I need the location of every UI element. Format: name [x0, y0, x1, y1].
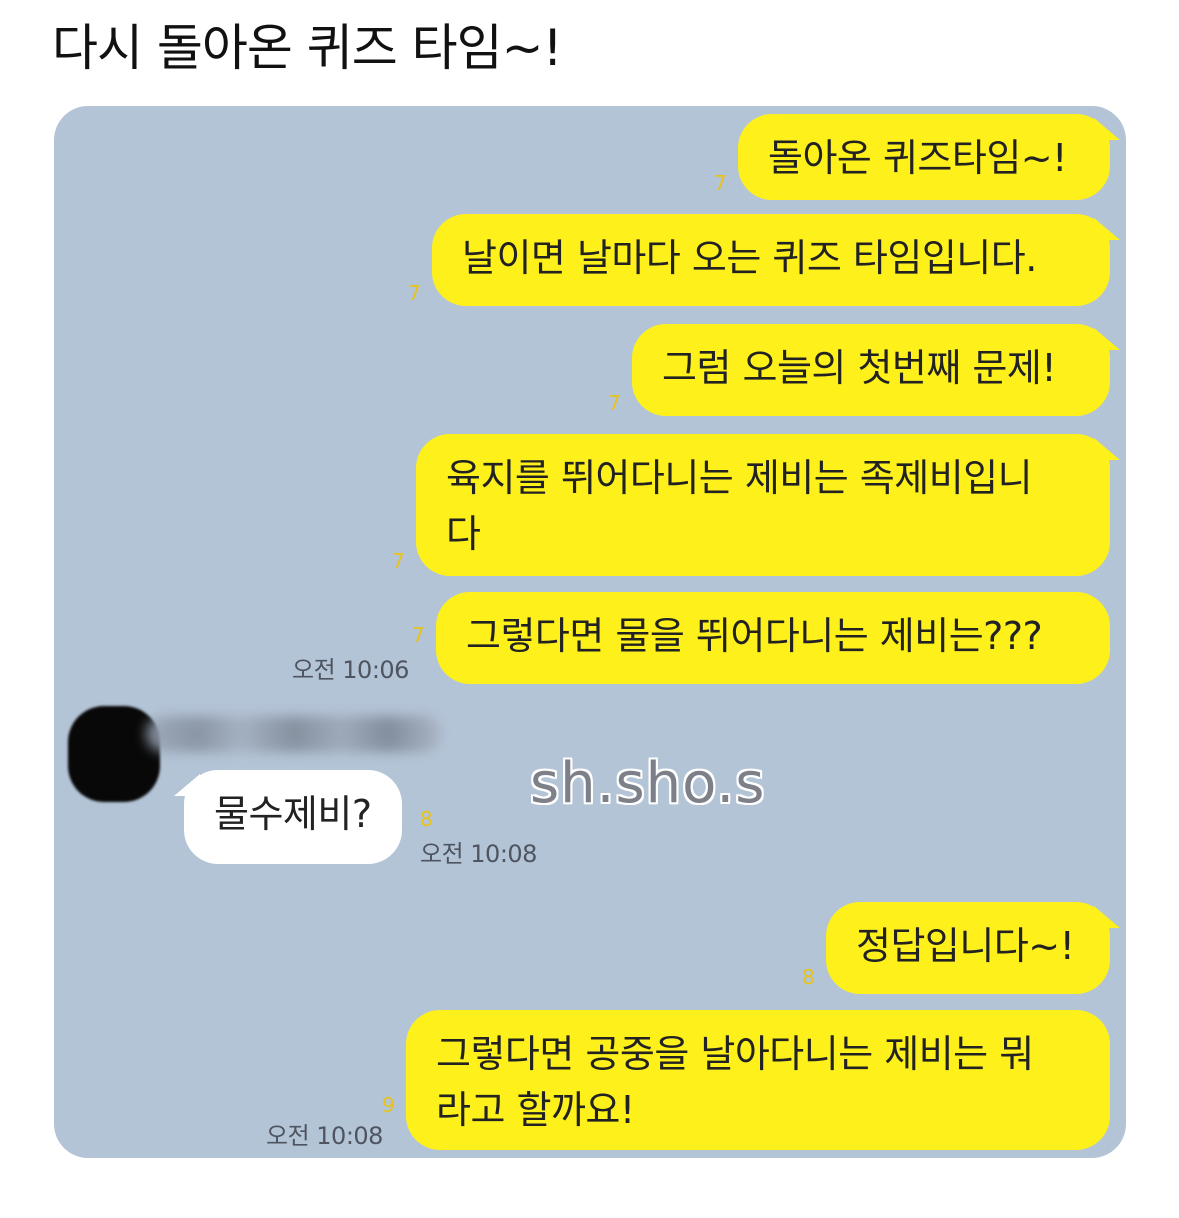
- unread-count: 7: [608, 391, 621, 415]
- message-text: 라고 할까요!: [436, 1088, 635, 1132]
- message-text: 다: [446, 512, 481, 556]
- message-timestamp: 오전 10:08: [420, 840, 537, 868]
- message-bubble: 그럼 오늘의 첫번째 문제!: [632, 324, 1120, 416]
- message-text: 정답입니다~!: [856, 924, 1075, 968]
- message-text: 그럼 오늘의 첫번째 문제!: [662, 346, 1057, 390]
- unread-count: 8: [420, 807, 433, 831]
- chat-screenshot: 돌아온 퀴즈타임~! 7 날이면 날마다 오는 퀴즈 타임입니다. 7 그럼 오…: [54, 106, 1126, 1158]
- message-text: 날이면 날마다 오는 퀴즈 타임입니다.: [462, 236, 1037, 280]
- message-text: 그렇다면 물을 뛰어다니는 제비는???: [466, 614, 1043, 658]
- unread-count: 7: [714, 171, 727, 195]
- unread-count: 7: [392, 549, 405, 573]
- message-text: 육지를 뛰어다니는 제비는 족제비입니: [446, 456, 1033, 500]
- message-text: 돌아온 퀴즈타임~!: [768, 136, 1067, 180]
- unread-count: 8: [802, 965, 815, 989]
- post-title: 다시 돌아온 퀴즈 타임~!: [52, 19, 563, 77]
- message-text: 그렇다면 공중을 날아다니는 제비는 뭐: [436, 1032, 1034, 1076]
- message-bubble: 정답입니다~!: [826, 902, 1120, 994]
- message-bubble: 그렇다면 공중을 날아다니는 제비는 뭐 라고 할까요!: [406, 1010, 1110, 1150]
- message-timestamp: 오전 10:06: [292, 656, 409, 684]
- message-timestamp: 오전 10:08: [266, 1122, 383, 1150]
- message-bubble: 그렇다면 물을 뛰어다니는 제비는???: [436, 592, 1110, 684]
- unread-count: 9: [382, 1093, 395, 1117]
- unread-count: 7: [408, 281, 421, 305]
- message-bubble: 날이면 날마다 오는 퀴즈 타임입니다.: [432, 214, 1120, 306]
- message-bubble: 돌아온 퀴즈타임~!: [738, 114, 1120, 200]
- message-bubble: 육지를 뛰어다니는 제비는 족제비입니 다: [416, 434, 1120, 576]
- sender-name-blurred: [146, 716, 442, 752]
- watermark: sh.sho.s: [530, 751, 766, 816]
- message-text: 물수제비?: [214, 792, 372, 836]
- avatar: [68, 706, 160, 802]
- unread-count: 7: [412, 623, 425, 647]
- message-bubble: 물수제비?: [174, 770, 402, 864]
